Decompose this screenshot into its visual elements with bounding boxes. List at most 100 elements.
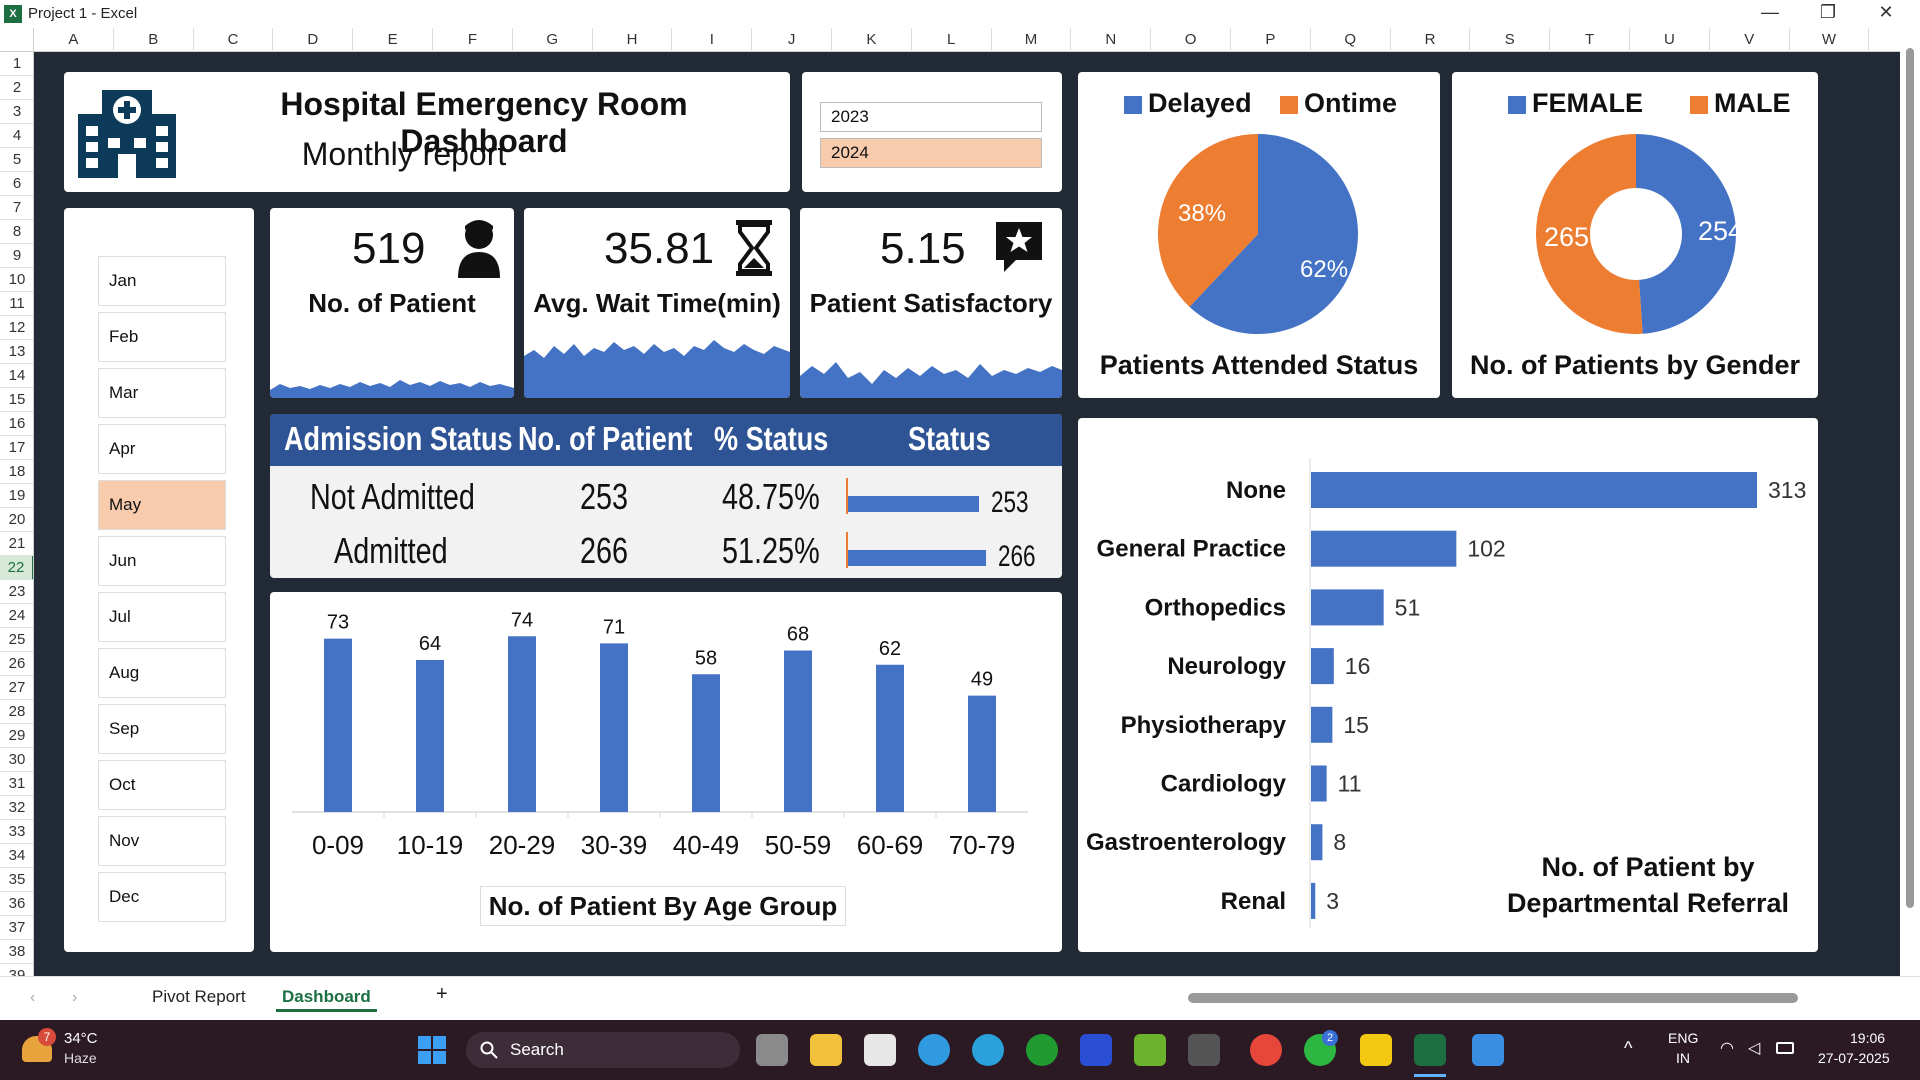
file-explorer-icon[interactable]	[810, 1034, 842, 1066]
row-header[interactable]: 15	[0, 388, 33, 412]
wifi-icon[interactable]: ◠	[1720, 1038, 1734, 1058]
year-option-2024[interactable]: 2024	[820, 138, 1042, 168]
column-header[interactable]: H	[593, 28, 673, 52]
edge-icon[interactable]	[918, 1034, 950, 1066]
month-option-may[interactable]: May	[98, 480, 226, 530]
row-header[interactable]: 5	[0, 148, 33, 172]
row-header[interactable]: 22	[0, 556, 33, 580]
battery-icon[interactable]	[1776, 1042, 1794, 1054]
row-header[interactable]: 7	[0, 196, 33, 220]
volume-icon[interactable]: ◁	[1748, 1038, 1760, 1058]
column-header[interactable]: P	[1231, 28, 1311, 52]
row-header[interactable]: 16	[0, 412, 33, 436]
month-option-oct[interactable]: Oct	[98, 760, 226, 810]
row-header[interactable]: 34	[0, 844, 33, 868]
month-option-apr[interactable]: Apr	[98, 424, 226, 474]
app-icon[interactable]	[1080, 1034, 1112, 1066]
row-header[interactable]: 31	[0, 772, 33, 796]
row-header[interactable]: 27	[0, 676, 33, 700]
row-header[interactable]: 23	[0, 580, 33, 604]
month-option-nov[interactable]: Nov	[98, 816, 226, 866]
month-option-sep[interactable]: Sep	[98, 704, 226, 754]
row-header[interactable]: 28	[0, 700, 33, 724]
minimize-button[interactable]: —	[1750, 2, 1790, 26]
column-header[interactable]: K	[832, 28, 912, 52]
row-header[interactable]: 14	[0, 364, 33, 388]
column-header[interactable]: U	[1630, 28, 1710, 52]
taskbar-search[interactable]: Search	[466, 1032, 740, 1068]
column-header[interactable]: F	[433, 28, 513, 52]
row-header[interactable]: 17	[0, 436, 33, 460]
select-all-corner[interactable]	[0, 28, 34, 52]
row-header[interactable]: 39	[0, 964, 33, 976]
vertical-scrollbar[interactable]	[1900, 28, 1920, 976]
column-header[interactable]: O	[1151, 28, 1231, 52]
nvidia-icon[interactable]	[1134, 1034, 1166, 1066]
horizontal-scrollbar[interactable]	[1188, 993, 1798, 1003]
row-header[interactable]: 18	[0, 460, 33, 484]
add-sheet-button[interactable]: +	[436, 983, 448, 1006]
row-header[interactable]: 29	[0, 724, 33, 748]
month-option-mar[interactable]: Mar	[98, 368, 226, 418]
chrome-icon[interactable]	[1250, 1034, 1282, 1066]
row-header[interactable]: 25	[0, 628, 33, 652]
row-header[interactable]: 11	[0, 292, 33, 316]
column-header[interactable]: A	[34, 28, 114, 52]
row-header[interactable]: 19	[0, 484, 33, 508]
row-header[interactable]: 2	[0, 76, 33, 100]
row-header[interactable]: 33	[0, 820, 33, 844]
row-header[interactable]: 1	[0, 52, 33, 76]
column-header[interactable]: I	[672, 28, 753, 52]
row-header[interactable]: 13	[0, 340, 33, 364]
column-header[interactable]: N	[1071, 28, 1152, 52]
column-header[interactable]: G	[513, 28, 593, 52]
column-header[interactable]: D	[273, 28, 354, 52]
row-header[interactable]: 6	[0, 172, 33, 196]
telegram-icon[interactable]	[972, 1034, 1004, 1066]
row-header[interactable]: 24	[0, 604, 33, 628]
row-header[interactable]: 3	[0, 100, 33, 124]
column-header[interactable]: C	[194, 28, 274, 52]
windows-start-icon[interactable]	[418, 1036, 446, 1064]
row-header[interactable]: 9	[0, 244, 33, 268]
excel-taskbar-icon[interactable]	[1414, 1034, 1446, 1066]
column-header[interactable]: M	[992, 28, 1072, 52]
month-option-jan[interactable]: Jan	[98, 256, 226, 306]
next-sheet-icon[interactable]: ›	[72, 989, 77, 1007]
month-option-jul[interactable]: Jul	[98, 592, 226, 642]
column-header[interactable]: B	[114, 28, 194, 52]
column-header[interactable]: E	[353, 28, 433, 52]
prev-sheet-icon[interactable]: ‹	[30, 989, 35, 1007]
column-header[interactable]: Q	[1311, 28, 1391, 52]
chevron-up-icon[interactable]: ^	[1624, 1038, 1632, 1059]
clock-time[interactable]: 19:06	[1850, 1030, 1885, 1046]
clock-date[interactable]: 27-07-2025	[1818, 1050, 1890, 1066]
restore-button[interactable]: ❐	[1808, 2, 1848, 26]
month-option-jun[interactable]: Jun	[98, 536, 226, 586]
row-header[interactable]: 36	[0, 892, 33, 916]
row-header[interactable]: 12	[0, 316, 33, 340]
column-header[interactable]: V	[1710, 28, 1790, 52]
column-header[interactable]: S	[1470, 28, 1551, 52]
close-button[interactable]: ✕	[1866, 2, 1906, 26]
year-option-2023[interactable]: 2023	[820, 102, 1042, 132]
row-header[interactable]: 8	[0, 220, 33, 244]
column-header[interactable]: L	[912, 28, 992, 52]
paint-icon[interactable]	[1472, 1034, 1504, 1066]
row-header[interactable]: 20	[0, 508, 33, 532]
month-option-aug[interactable]: Aug	[98, 648, 226, 698]
vertical-scroll-thumb[interactable]	[1906, 48, 1914, 908]
row-header[interactable]: 35	[0, 868, 33, 892]
row-header[interactable]: 30	[0, 748, 33, 772]
task-view-icon[interactable]	[756, 1034, 788, 1066]
tab-pivot-report[interactable]: Pivot Report	[152, 987, 246, 1007]
row-header[interactable]: 32	[0, 796, 33, 820]
row-header[interactable]: 10	[0, 268, 33, 292]
row-header[interactable]: 4	[0, 124, 33, 148]
column-header[interactable]: R	[1391, 28, 1471, 52]
month-option-dec[interactable]: Dec	[98, 872, 226, 922]
column-header[interactable]: J	[752, 28, 832, 52]
powerbi-icon[interactable]	[1360, 1034, 1392, 1066]
tab-dashboard[interactable]: Dashboard	[276, 987, 377, 1012]
app-icon-2[interactable]	[1188, 1034, 1220, 1066]
